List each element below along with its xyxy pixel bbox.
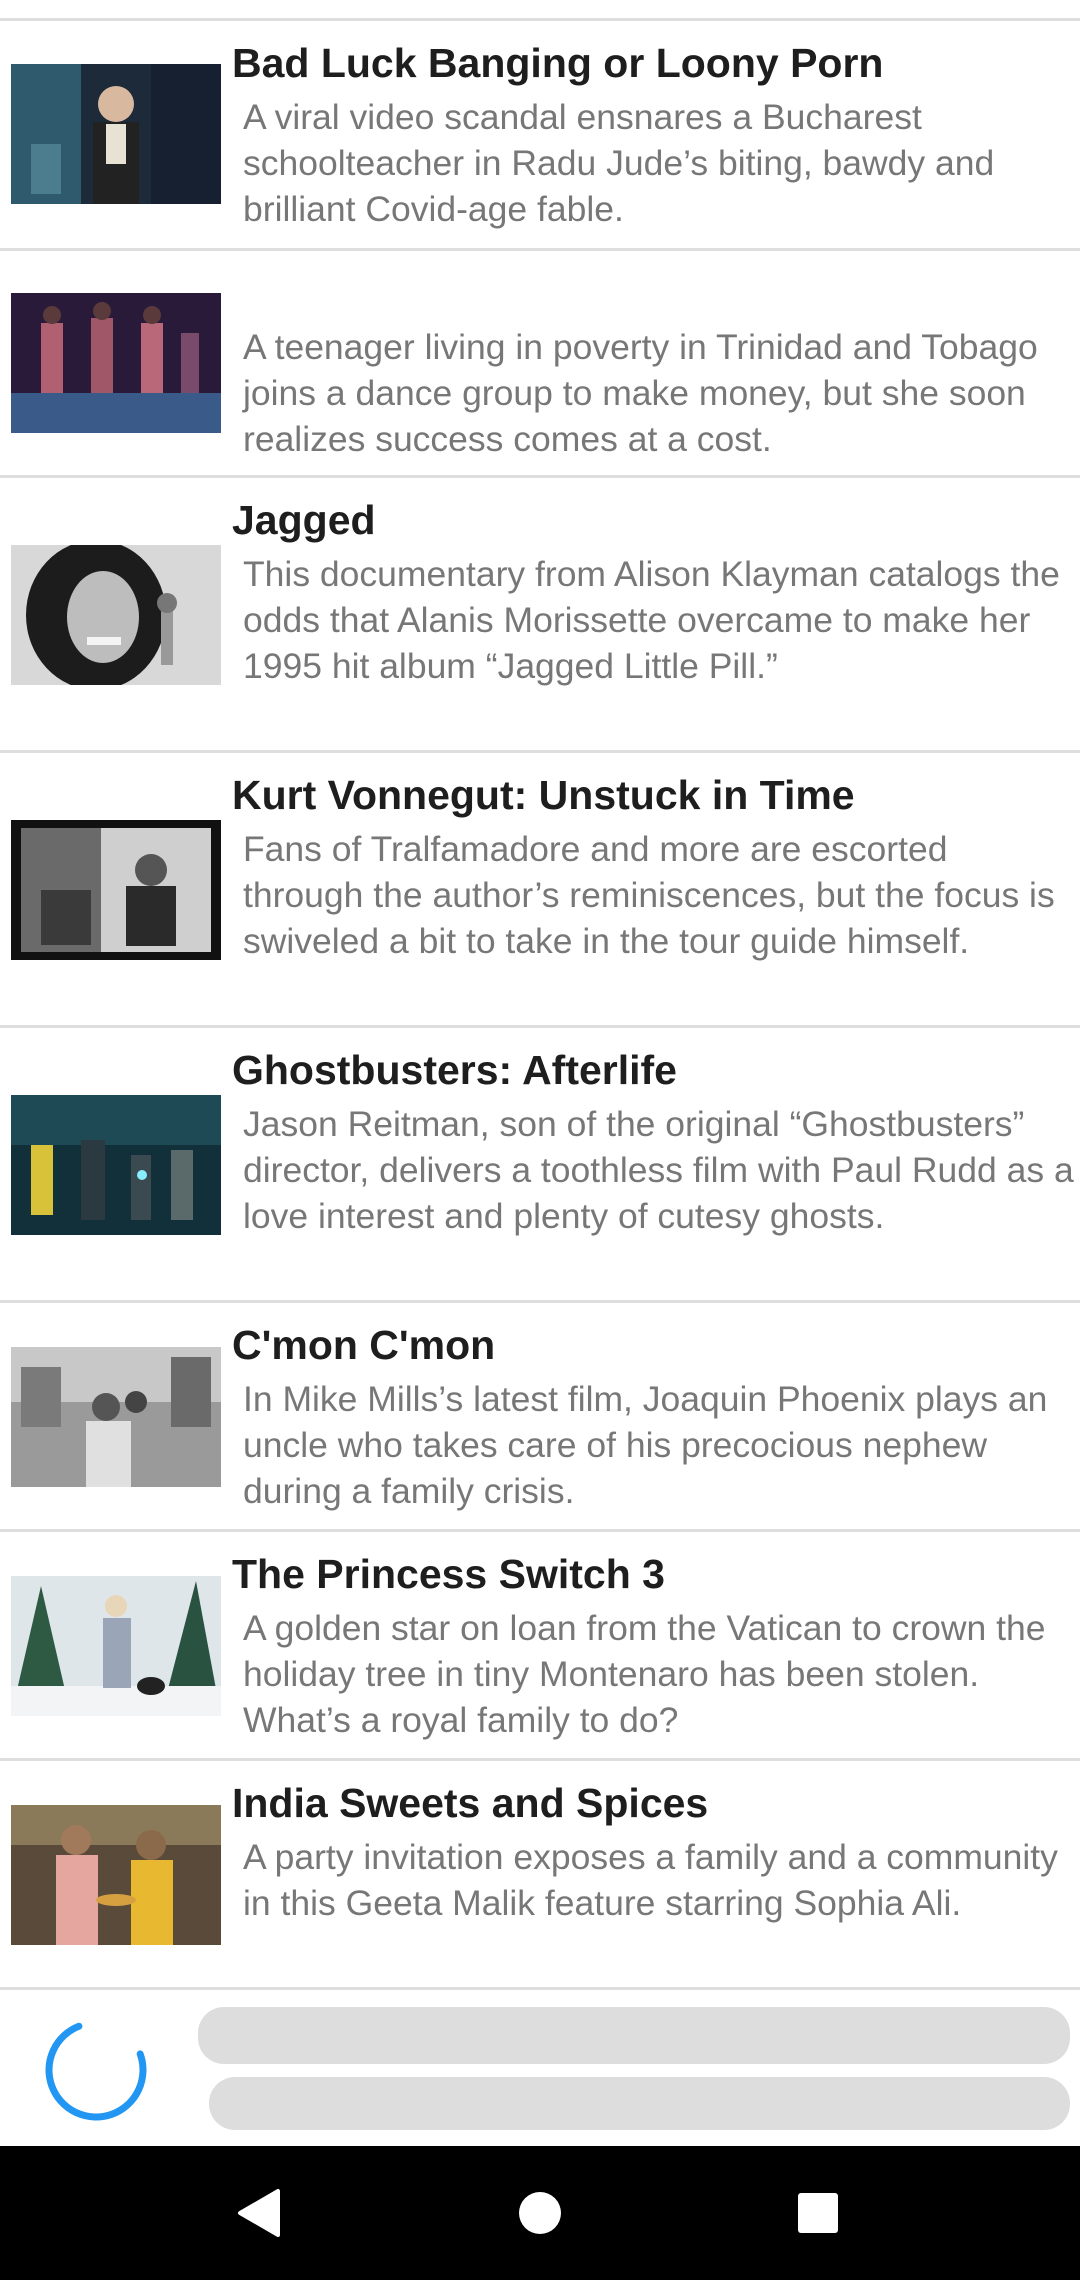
movie-thumbnail-image <box>11 545 221 685</box>
movie-thumbnail-image <box>11 293 221 433</box>
movie-description: A golden star on loan from the Vatican t… <box>243 1608 1046 1740</box>
app-screen: Bad Luck Banging or Loony Porn A viral v… <box>0 0 1080 2280</box>
loading-placeholder-row <box>0 1990 1080 2145</box>
movie-title: The Princess Switch 3 <box>232 1551 665 1597</box>
movie-thumbnail-image <box>11 820 221 960</box>
movie-thumbnail-image <box>11 64 221 204</box>
movie-thumbnail[interactable] <box>11 293 221 433</box>
movie-title: Bad Luck Banging or Loony Porn <box>232 40 884 86</box>
skeleton-title-bar <box>198 2007 1070 2064</box>
movie-thumbnail[interactable] <box>11 545 221 685</box>
movie-title: Ghostbusters: Afterlife <box>232 1047 677 1093</box>
movie-row-dance-group[interactable]: A teenager living in poverty in Trinidad… <box>0 251 1080 478</box>
movie-title: Kurt Vonnegut: Unstuck in Time <box>232 772 855 818</box>
movie-thumbnail-image <box>11 1805 221 1945</box>
movie-row-ghostbusters-afterlife[interactable]: Ghostbusters: Afterlife Jason Reitman, s… <box>0 1028 1080 1303</box>
back-triangle-icon[interactable] <box>228 2181 292 2245</box>
movie-title: Jagged <box>232 497 376 543</box>
home-circle-icon[interactable] <box>508 2181 572 2245</box>
movie-thumbnail[interactable] <box>11 820 221 960</box>
movie-thumbnail[interactable] <box>11 64 221 204</box>
movie-row-jagged[interactable]: Jagged This documentary from Alison Klay… <box>0 478 1080 753</box>
movie-title: C'mon C'mon <box>232 1322 496 1368</box>
system-navigation-bar <box>0 2146 1080 2280</box>
movie-description: A party invitation exposes a family and … <box>243 1837 1058 1923</box>
movie-description: Jason Reitman, son of the original “Ghos… <box>243 1104 1074 1236</box>
movie-title: India Sweets and Spices <box>232 1780 709 1826</box>
movie-row-cmon-cmon[interactable]: C'mon C'mon In Mike Mills’s latest film,… <box>0 1303 1080 1532</box>
movie-thumbnail-image <box>11 1347 221 1487</box>
movie-row-bad-luck-banging[interactable]: Bad Luck Banging or Loony Porn A viral v… <box>0 21 1080 251</box>
movie-description: This documentary from Alison Klayman cat… <box>243 554 1060 686</box>
movie-row-india-sweets-and-spices[interactable]: India Sweets and Spices A party invitati… <box>0 1761 1080 1990</box>
skeleton-description-bar <box>209 2077 1070 2130</box>
movie-thumbnail[interactable] <box>11 1805 221 1945</box>
movie-description: Fans of Tralfamadore and more are escort… <box>243 829 1055 961</box>
movie-thumbnail[interactable] <box>11 1576 221 1716</box>
movie-thumbnail-image <box>11 1095 221 1235</box>
movie-thumbnail-image <box>11 1576 221 1716</box>
movie-row-princess-switch-3[interactable]: The Princess Switch 3 A golden star on l… <box>0 1532 1080 1761</box>
movie-description: In Mike Mills’s latest film, Joaquin Pho… <box>243 1379 1048 1511</box>
recents-square-icon[interactable] <box>786 2181 850 2245</box>
movie-thumbnail[interactable] <box>11 1095 221 1235</box>
movie-description: A viral video scandal ensnares a Buchare… <box>243 97 995 229</box>
movie-row-kurt-vonnegut[interactable]: Kurt Vonnegut: Unstuck in Time Fans of T… <box>0 753 1080 1028</box>
movie-thumbnail[interactable] <box>11 1347 221 1487</box>
movie-description: A teenager living in poverty in Trinidad… <box>243 327 1038 459</box>
loading-spinner-icon <box>45 2019 147 2121</box>
